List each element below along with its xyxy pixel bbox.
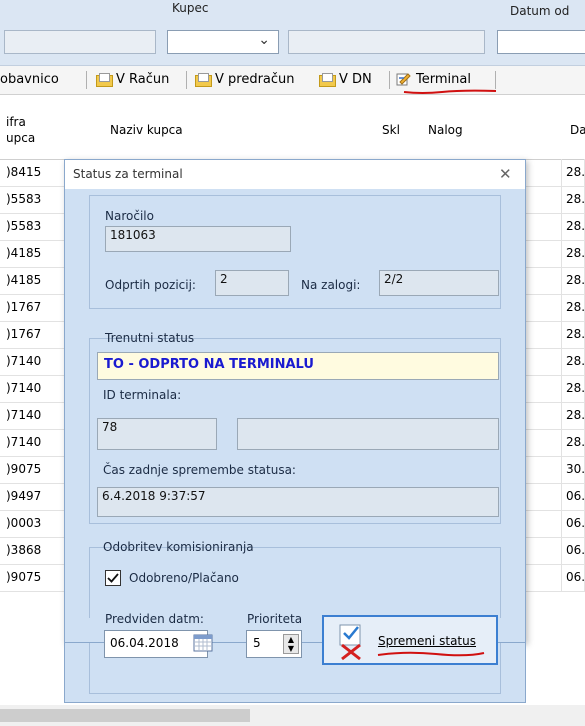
spremeni-status-label: Spremeni status	[378, 634, 476, 648]
cell-datum: 28.	[562, 402, 585, 429]
status-field: TO - ODPRTO NA TERMINALU	[97, 352, 499, 380]
prioriteta-stepper[interactable]: 5 ▲ ▼	[246, 630, 302, 658]
cell-datum: 28.	[562, 240, 585, 267]
cell-datum: 28.	[562, 159, 585, 186]
column-header-naziv[interactable]: Naziv kupca	[90, 95, 373, 160]
folder-icon	[96, 73, 113, 87]
cell-datum: 28.	[562, 294, 585, 321]
red-underline-annotation	[377, 651, 485, 657]
horizontal-scrollbar[interactable]	[0, 705, 585, 726]
header-sifra-line1: ifra	[6, 115, 26, 129]
spin-arrows-icon[interactable]: ▲ ▼	[283, 634, 299, 654]
odobritev-label: Odobritev komisioniranja	[103, 540, 254, 554]
prioriteta-label: Prioriteta	[247, 612, 303, 626]
kupec-combo[interactable]: ⌄	[167, 30, 279, 54]
toolbar: obavnico V Račun V predračun V DN Termin…	[0, 66, 585, 95]
column-header-nalog[interactable]: Nalog	[420, 95, 563, 160]
cell-datum: 06.	[562, 510, 585, 537]
toolbar-separator	[86, 71, 87, 89]
cell-datum: 28.	[562, 375, 585, 402]
cell-datum: 28.	[562, 186, 585, 213]
header-naziv-label: Naziv kupca	[110, 123, 183, 137]
trenutni-status-label: Trenutni status	[105, 331, 195, 345]
cell-datum: 28.	[562, 429, 585, 456]
odobreno-checkbox[interactable]	[105, 570, 121, 586]
odprtih-pozicij-label: Odprtih pozicij:	[105, 278, 196, 292]
checkmark-icon	[107, 573, 119, 583]
column-header-datum[interactable]: Da	[562, 95, 585, 160]
narocilo-label: Naročilo	[105, 209, 154, 223]
header-skl-label: Skl	[382, 123, 400, 137]
edit-status-icon	[339, 624, 361, 661]
predviden-datum-value: 06.04.2018	[110, 636, 179, 650]
toolbar-v-dn-button[interactable]: V DN	[319, 72, 372, 87]
kupec-label: Kupec	[172, 1, 209, 15]
spremeni-status-button[interactable]: Spremeni status	[322, 615, 498, 665]
toolbar-separator	[495, 71, 496, 89]
cell-datum: 06.	[562, 537, 585, 564]
predviden-datum-label: Predviden datm:	[105, 612, 204, 626]
folder-icon	[195, 73, 212, 87]
toolbar-separator	[186, 71, 187, 89]
toolbar-terminal-label: Terminal	[416, 72, 471, 87]
na-zalogi-field: 2/2	[379, 270, 499, 296]
folder-icon	[319, 73, 336, 87]
cas-spremembe-label: Čas zadnje spremembe statusa:	[103, 463, 296, 477]
odprtih-pozicij-field: 2	[215, 270, 289, 296]
header-nalog-label: Nalog	[428, 123, 463, 137]
kupec-name-field[interactable]	[288, 30, 485, 54]
cell-datum: 28.	[562, 348, 585, 375]
terminal-name-field	[237, 418, 499, 450]
column-header-sifra[interactable]: ifra upca	[0, 95, 91, 160]
header-sifra-line2: upca	[6, 131, 36, 145]
cell-datum: 28.	[562, 213, 585, 240]
prioriteta-value: 5	[253, 636, 261, 650]
terminal-icon	[396, 73, 411, 86]
cell-datum: 28.	[562, 321, 585, 348]
toolbar-dobavnico-label: obavnico	[0, 72, 59, 87]
calendar-icon[interactable]	[192, 633, 218, 655]
toolbar-v-predracun-button[interactable]: V predračun	[195, 72, 295, 87]
cell-datum: 28.	[562, 267, 585, 294]
id-terminala-field: 78	[97, 418, 217, 450]
toolbar-v-predracun-label: V predračun	[215, 72, 295, 87]
cell-datum: 30.	[562, 456, 585, 483]
scrollbar-thumb[interactable]	[0, 709, 250, 722]
odobreno-label: Odobreno/Plačano	[129, 571, 239, 585]
dialog-title: Status za terminal	[73, 167, 183, 181]
narocilo-field: 181063	[105, 226, 291, 252]
header-datum-label: Da	[570, 123, 585, 137]
cell-datum: 06.	[562, 483, 585, 510]
chevron-down-icon[interactable]: ⌄	[258, 32, 270, 48]
na-zalogi-label: Na zalogi:	[301, 278, 361, 292]
datum-od-label: Datum od	[510, 4, 570, 18]
id-terminala-label: ID terminala:	[103, 388, 182, 402]
status-dialog: Status za terminal ✕ Naročilo 181063 Odp…	[64, 159, 526, 643]
toolbar-separator	[389, 71, 390, 89]
toolbar-v-racun-button[interactable]: V Račun	[96, 72, 169, 87]
column-header-skl[interactable]: Skl	[372, 95, 421, 160]
toolbar-dobavnico-button[interactable]: obavnico	[0, 72, 59, 87]
cell-datum: 06.	[562, 564, 585, 591]
datum-od-field[interactable]	[497, 30, 585, 54]
filter-field-left[interactable]	[4, 30, 156, 54]
close-icon[interactable]: ✕	[499, 165, 512, 183]
filter-panel: Kupec Datum od ⌄	[0, 0, 585, 66]
cas-spremembe-field: 6.4.2018 9:37:57	[97, 487, 499, 517]
toolbar-v-dn-label: V DN	[339, 72, 372, 87]
toolbar-terminal-button[interactable]: Terminal	[396, 72, 471, 87]
toolbar-v-racun-label: V Račun	[116, 72, 170, 87]
dialog-titlebar[interactable]: Status za terminal ✕	[65, 160, 525, 189]
